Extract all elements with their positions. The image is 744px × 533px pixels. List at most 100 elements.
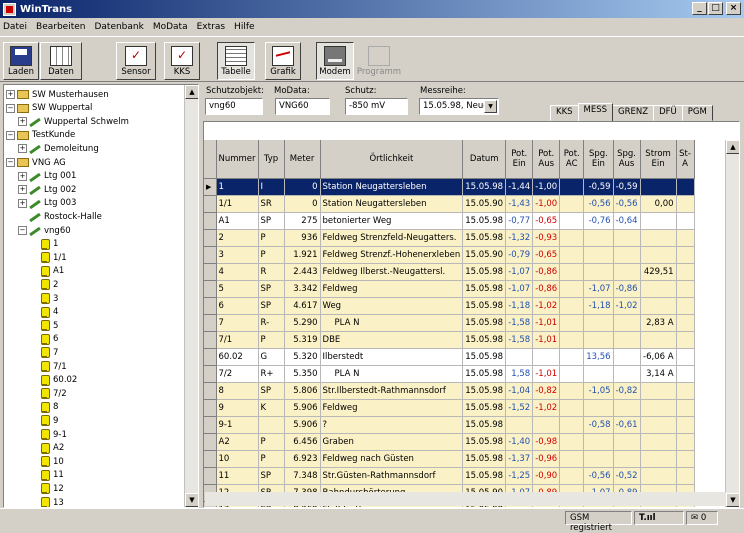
table-cell[interactable]: A1 — [216, 212, 259, 230]
tab-pgm[interactable]: PGM — [681, 105, 713, 121]
table-cell[interactable] — [505, 348, 534, 366]
table-cell[interactable]: 15.05.90 — [462, 195, 507, 213]
minimize-button[interactable]: _ — [692, 2, 707, 15]
row-indicator[interactable] — [204, 246, 217, 264]
table-cell[interactable]: 4.617 — [284, 297, 321, 315]
tree-item-7-1[interactable]: 7/1 — [40, 361, 67, 372]
table-cell[interactable] — [559, 382, 585, 400]
table-cell[interactable]: -0,56 — [583, 195, 614, 213]
table-cell[interactable]: ? — [320, 416, 464, 434]
table-cell[interactable]: 13,56 — [583, 348, 614, 366]
table-cell[interactable]: Str.Ilberstedt-Rathmannsdorf — [320, 382, 464, 400]
table-row[interactable]: 8 SP 5.806 Str.Ilberstedt-Rathmannsdorf 15.0… — [204, 382, 695, 400]
tree-item-wuppertal-schwelm[interactable]: + Wuppertal Schwelm — [18, 116, 129, 127]
table-cell[interactable]: 1 — [216, 178, 259, 196]
table-row[interactable]: A2 P 6.456 Graben 15.05.98 -1,40 -0,98 — [204, 433, 695, 451]
table-cell[interactable] — [676, 178, 695, 196]
table-cell[interactable]: Station Neugattersleben — [320, 178, 464, 196]
table-cell[interactable] — [559, 314, 585, 332]
tree-item-2[interactable]: 2 — [40, 279, 58, 291]
table-cell[interactable] — [640, 433, 677, 451]
row-pointer-icon[interactable]: ▶ — [204, 178, 217, 196]
collapse-icon[interactable]: − — [18, 226, 27, 235]
table-cell[interactable] — [640, 178, 677, 196]
grafik-button[interactable]: Grafik — [265, 42, 301, 80]
column-header[interactable]: Strom Ein — [640, 140, 677, 179]
table-cell[interactable]: Station Neugattersleben — [320, 195, 464, 213]
table-cell[interactable]: -1,07 — [505, 280, 534, 298]
table-cell[interactable]: -0,96 — [532, 450, 561, 468]
table-cell[interactable]: 15.05.98 — [462, 297, 507, 315]
table-cell[interactable] — [613, 246, 641, 264]
tree-item-1-1[interactable]: 1/1 — [40, 252, 67, 264]
column-header[interactable]: Nummer — [216, 140, 259, 179]
table-cell[interactable] — [532, 348, 561, 366]
tree-item-ltg-002[interactable]: + Ltg 002 — [18, 184, 76, 195]
table-cell[interactable]: -1,58 — [505, 314, 534, 332]
table-row[interactable]: 9 K 5.906 Feldweg 15.05.98 -1,52 -1,02 — [204, 399, 695, 417]
table-cell[interactable]: 936 — [284, 229, 321, 247]
row-indicator[interactable] — [204, 229, 217, 247]
table-cell[interactable]: -1,02 — [532, 297, 561, 315]
table-row[interactable]: 10 P 6.923 Feldweg nach Güsten 15.05.98 -1,37… — [204, 450, 695, 468]
table-cell[interactable]: 15.05.98 — [462, 331, 507, 349]
measurement-grid[interactable]: Nummer Typ Meter Örtlichkeit Datum Pot. Ein Po… — [203, 121, 740, 508]
table-cell[interactable]: -0,65 — [532, 212, 561, 230]
table-cell[interactable] — [676, 467, 695, 485]
row-indicator[interactable] — [204, 280, 217, 298]
table-cell[interactable] — [676, 246, 695, 264]
table-cell[interactable]: -0,52 — [613, 467, 641, 485]
table-cell[interactable]: Feldweg Strenzf.-Hohenerxleben — [320, 246, 464, 264]
table-cell[interactable] — [676, 229, 695, 247]
row-indicator[interactable] — [204, 195, 217, 213]
tab-kks[interactable]: KKS — [550, 105, 579, 121]
table-cell[interactable] — [559, 263, 585, 281]
schutzobjekt-field[interactable]: vng60 — [205, 98, 263, 115]
table-cell[interactable]: Feldweg — [320, 399, 464, 417]
table-cell[interactable]: Feldweg nach Güsten — [320, 450, 464, 468]
tree-item-ltg-003[interactable]: + Ltg 003 — [18, 198, 76, 209]
schutz-field[interactable]: -850 mV — [345, 98, 408, 115]
table-cell[interactable]: -1,05 — [583, 382, 614, 400]
table-cell[interactable]: 15.05.98 — [462, 263, 507, 281]
tree-item-7-2[interactable]: 7/2 — [40, 388, 67, 400]
collapse-icon[interactable]: − — [6, 130, 15, 140]
expand-icon[interactable]: + — [18, 171, 27, 181]
expand-icon[interactable]: + — [18, 117, 27, 127]
table-cell[interactable]: Ilberstedt — [320, 348, 464, 366]
tree-item-7[interactable]: 7 — [40, 347, 58, 359]
table-cell[interactable]: -0,59 — [613, 178, 641, 196]
table-cell[interactable] — [258, 416, 285, 434]
table-cell[interactable]: 15.05.98 — [462, 280, 507, 298]
tabelle-button[interactable]: Tabelle — [217, 42, 255, 80]
row-indicator[interactable] — [204, 416, 217, 434]
table-cell[interactable] — [559, 416, 585, 434]
collapse-icon[interactable]: − — [6, 103, 15, 113]
row-indicator[interactable] — [204, 433, 217, 451]
table-cell[interactable] — [583, 399, 614, 417]
table-cell[interactable]: -1,00 — [532, 178, 561, 196]
table-cell[interactable]: -0,86 — [532, 280, 561, 298]
table-cell[interactable]: -0,93 — [532, 229, 561, 247]
table-cell[interactable]: 7/2 — [216, 365, 259, 383]
tree-item-6[interactable]: 6 — [40, 333, 58, 345]
table-cell[interactable] — [613, 263, 641, 281]
table-cell[interactable]: 0 — [284, 178, 321, 196]
table-cell[interactable]: -1,43 — [505, 195, 534, 213]
column-header[interactable]: Pot. Aus — [532, 140, 561, 179]
tree-item-sw-wuppertal[interactable]: − SW Wuppertal — [6, 103, 92, 114]
table-row[interactable]: 3 P 1.921 Feldweg Strenzf.-Hohenerxleben 15.… — [204, 246, 695, 264]
table-cell[interactable] — [559, 399, 585, 417]
tree-item-4[interactable]: 4 — [40, 306, 58, 318]
tree-item-1[interactable]: 1 — [40, 238, 58, 250]
row-indicator[interactable] — [204, 297, 217, 315]
table-cell[interactable]: 9 — [216, 399, 259, 417]
menu-bearbeiten[interactable]: Bearbeiten — [36, 22, 85, 32]
tab-dfue[interactable]: DFÜ — [653, 105, 683, 121]
table-cell[interactable] — [559, 229, 585, 247]
table-cell[interactable] — [583, 450, 614, 468]
table-cell[interactable]: 5.319 — [284, 331, 321, 349]
table-cell[interactable]: 7/1 — [216, 331, 259, 349]
table-cell[interactable]: -1,40 — [505, 433, 534, 451]
table-cell[interactable]: -0,86 — [532, 263, 561, 281]
